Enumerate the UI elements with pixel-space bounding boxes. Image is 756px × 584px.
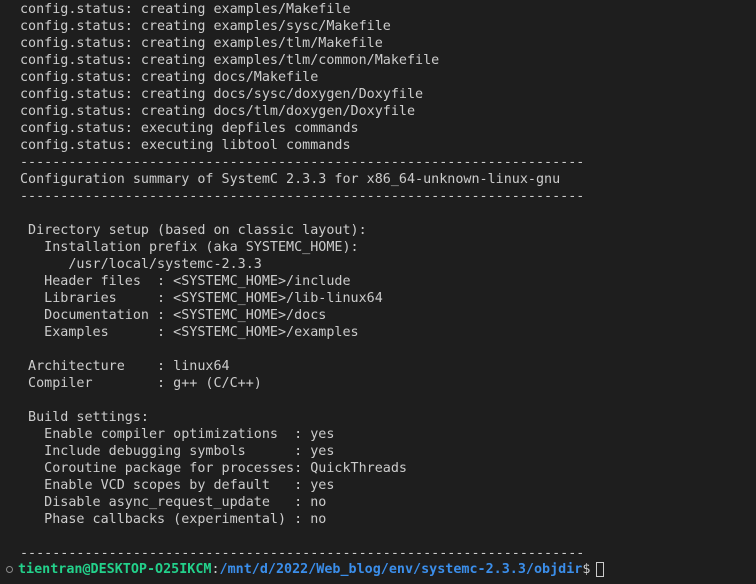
- command-prompt[interactable]: tientran@DESKTOP-O25IKCM:/mnt/d/2022/Web…: [6, 561, 605, 578]
- output-line: config.status: creating examples/tlm/com…: [20, 53, 440, 68]
- prompt-user-host: tientran@DESKTOP-O25IKCM: [18, 562, 212, 577]
- text-cursor[interactable]: [596, 562, 605, 577]
- output-line: config.status: creating docs/sysc/doxyge…: [20, 87, 424, 102]
- output-line: config.status: executing libtool command…: [20, 138, 351, 153]
- output-line: Coroutine package for processes: QuickTh…: [20, 461, 407, 476]
- output-line: Phase callbacks (experimental) : no: [20, 512, 327, 527]
- divider-line: ----------------------------------------…: [20, 189, 585, 204]
- prompt-colon: :: [211, 562, 220, 577]
- command-status-icon[interactable]: [6, 566, 13, 573]
- prompt-path: /mnt/d/2022/Web_blog/env/systemc-2.3.3/o…: [219, 562, 583, 577]
- output-line: Include debugging symbols : yes: [20, 444, 335, 459]
- output-line: Compiler : g++ (C/C++): [20, 376, 262, 391]
- output-line: Architecture : linux64: [20, 359, 230, 374]
- divider-line: ----------------------------------------…: [20, 546, 585, 561]
- terminal-output[interactable]: config.status: creating examples/Makefil…: [0, 0, 756, 584]
- output-line: config.status: executing depfiles comman…: [20, 121, 359, 136]
- output-line: Enable compiler optimizations : yes: [20, 427, 335, 442]
- output-line: Examples : <SYSTEMC_HOME>/examples: [20, 325, 359, 340]
- output-line: config.status: creating examples/sysc/Ma…: [20, 19, 391, 34]
- divider-line: ----------------------------------------…: [20, 155, 585, 170]
- output-line: Header files : <SYSTEMC_HOME>/include: [20, 274, 351, 289]
- output-line: Directory setup (based on classic layout…: [20, 223, 367, 238]
- output-line: Build settings:: [20, 410, 149, 425]
- output-line: Disable async_request_update : no: [20, 495, 327, 510]
- output-line: Documentation : <SYSTEMC_HOME>/docs: [20, 308, 327, 323]
- output-line: config.status: creating docs/Makefile: [20, 70, 319, 85]
- output-line: Installation prefix (aka SYSTEMC_HOME):: [20, 240, 359, 255]
- output-line: Libraries : <SYSTEMC_HOME>/lib-linux64: [20, 291, 383, 306]
- output-line: config.status: creating examples/tlm/Mak…: [20, 36, 383, 51]
- prompt-symbol: $: [582, 562, 591, 577]
- output-line: config.status: creating docs/tlm/doxygen…: [20, 104, 416, 119]
- output-line: Enable VCD scopes by default : yes: [20, 478, 335, 493]
- summary-title: Configuration summary of SystemC 2.3.3 f…: [20, 172, 561, 187]
- output-line: config.status: creating examples/Makefil…: [20, 2, 351, 17]
- output-line: /usr/local/systemc-2.3.3: [20, 257, 262, 272]
